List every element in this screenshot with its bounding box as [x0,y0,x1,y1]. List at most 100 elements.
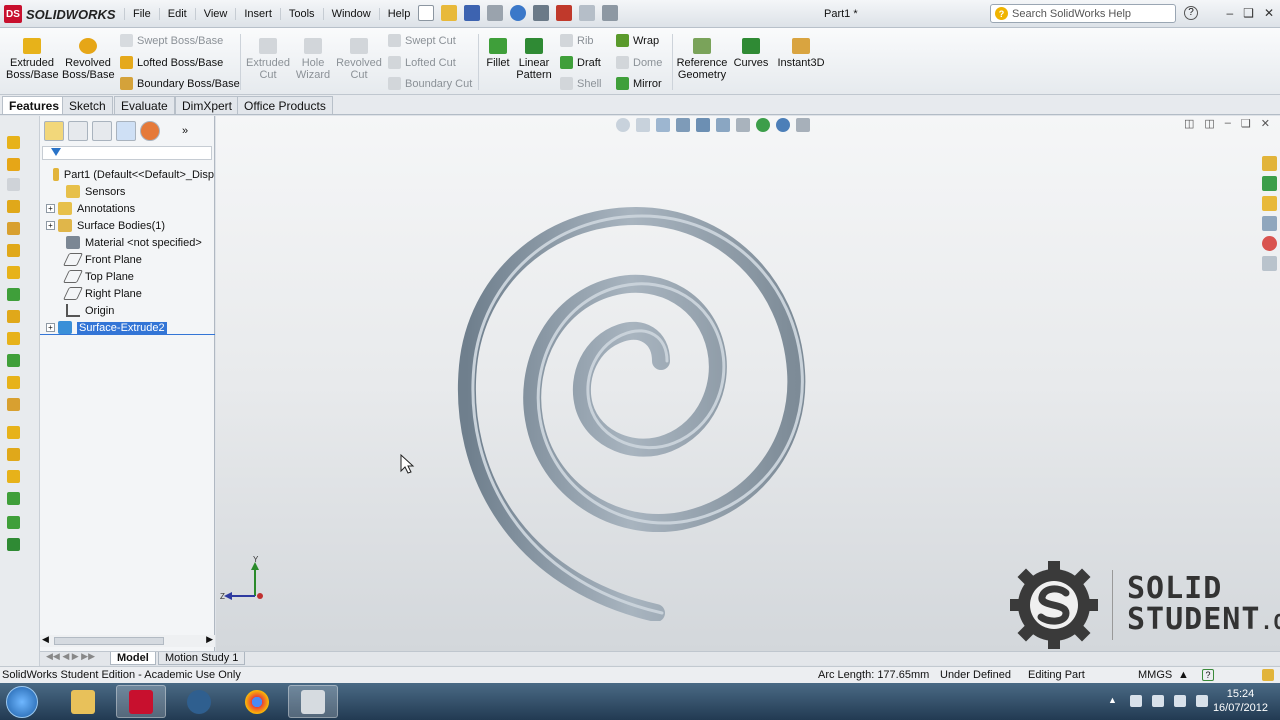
fillet-button[interactable]: Fillet [482,38,514,69]
viewport-minimize-icon[interactable]: – [1225,117,1231,130]
design-library-icon[interactable] [1261,176,1277,191]
taskbar-chrome[interactable] [232,685,282,718]
save-icon[interactable] [464,5,480,21]
open-folder-icon[interactable] [441,5,457,21]
tree-item-right-plane[interactable]: Right Plane [40,285,214,302]
taskbar-app5[interactable] [288,685,338,718]
display-manager-tab-icon[interactable] [140,121,160,141]
file-explorer-icon[interactable] [1261,196,1277,211]
menu-view[interactable]: View [194,8,236,20]
tree-item-front-plane[interactable]: Front Plane [40,251,214,268]
pattern-strip-icon[interactable] [7,354,20,367]
property-manager-tab-icon[interactable] [68,121,88,141]
scroll-right-icon[interactable]: ▶ [206,634,213,645]
expand-panel-icon[interactable]: » [182,125,188,137]
select-icon[interactable] [533,5,549,21]
viewport-tile-icon[interactable]: ◫ [1184,117,1194,130]
tab-motion-study-1[interactable]: Motion Study 1 [158,652,246,665]
start-button-icon[interactable] [6,686,38,718]
taskbar-app3[interactable] [174,685,224,718]
dome-button[interactable]: Dome [616,56,662,69]
lofted-boss-button[interactable]: Lofted Boss/Base [120,56,223,69]
hole-wizard-button[interactable]: Hole Wizard [292,38,334,81]
viewport-restore-icon[interactable]: ❑ [1241,117,1251,130]
expand-icon[interactable]: + [46,204,55,213]
tree-horizontal-scrollbar[interactable]: ◀ ▶ [40,634,215,647]
options-icon[interactable] [602,5,618,21]
boundary-boss-button[interactable]: Boundary Boss/Base [120,77,240,90]
solidworks-resources-icon[interactable] [1261,156,1277,171]
view-settings-icon[interactable] [796,118,810,132]
menu-window[interactable]: Window [322,8,379,20]
linear-pattern-button[interactable]: Linear Pattern [514,38,554,81]
cut-icon[interactable] [7,178,20,191]
sweep-icon[interactable] [7,222,20,235]
tray-network-icon[interactable] [1174,695,1186,707]
menu-edit[interactable]: Edit [158,8,195,20]
tab-model[interactable]: Model [110,652,156,665]
tree-item-top-plane[interactable]: Top Plane [40,268,214,285]
apply-scene-icon[interactable] [776,118,790,132]
previous-view-icon[interactable] [656,118,670,132]
tab-scroll-arrows-icon[interactable]: ◀◀ ◀ ▶ ▶▶ [46,651,95,662]
tray-app-icon[interactable] [1130,695,1142,707]
extruded-boss-button[interactable]: Extruded Boss/Base [6,38,59,81]
swept-cut-button[interactable]: Swept Cut [388,34,456,47]
search-input[interactable]: ? Search SolidWorks Help [990,4,1176,23]
extrude-icon[interactable] [7,136,20,149]
scroll-left-icon[interactable]: ◀ [42,634,49,645]
menu-insert[interactable]: Insert [235,8,280,20]
file-properties-icon[interactable] [579,5,595,21]
loft-icon[interactable] [7,200,20,213]
boundary-icon[interactable] [7,244,20,257]
minimize-icon[interactable]: – [1226,6,1233,20]
expand-icon[interactable]: + [46,323,55,332]
curves-button[interactable]: Curves [732,38,770,69]
menu-help[interactable]: Help [378,8,419,20]
spiral-surface-model[interactable] [406,161,836,621]
undo-icon[interactable] [510,5,526,21]
hide-show-items-icon[interactable] [736,118,750,132]
taskbar-clock[interactable]: 15:24 16/07/2012 [1213,687,1268,715]
view-palette-icon[interactable] [1261,216,1277,231]
tray-volume-icon[interactable] [1196,695,1208,707]
zoom-to-area-icon[interactable] [636,118,650,132]
viewport-split-icon[interactable]: ◫ [1204,117,1214,130]
configuration-manager-tab-icon[interactable] [92,121,112,141]
help-icon[interactable]: ? [1184,6,1198,20]
view-orientation-icon[interactable] [696,118,710,132]
zoom-to-fit-icon[interactable] [616,118,630,132]
tree-item-surface-bodies[interactable]: + Surface Bodies(1) [40,217,214,234]
tab-office-products[interactable]: Office Products [237,96,333,114]
rebuild-icon[interactable] [556,5,572,21]
tree-item-material[interactable]: Material <not specified> [40,234,214,251]
viewport-close-icon[interactable]: ✕ [1261,117,1270,130]
tab-evaluate[interactable]: Evaluate [114,96,175,114]
reference-plane-icon[interactable] [7,516,20,529]
surface-revolve-icon[interactable] [7,448,20,461]
reference-geometry-button[interactable]: Reference Geometry [676,38,728,81]
menu-file[interactable]: File [124,8,159,20]
help-status-icon[interactable]: ? [1202,669,1214,681]
edit-appearance-icon[interactable] [756,118,770,132]
shell-button[interactable]: Shell [560,77,601,90]
rib-strip-icon[interactable] [7,376,20,389]
revolve-icon[interactable] [7,158,20,171]
taskbar-explorer[interactable] [58,685,108,718]
revolved-boss-button[interactable]: Revolved Boss/Base [62,38,115,81]
tree-item-origin[interactable]: Origin [40,302,214,319]
appearances-icon[interactable] [1261,236,1277,251]
draft-button[interactable]: Draft [560,56,601,69]
restore-icon[interactable]: ❑ [1243,6,1254,20]
tab-dimxpert[interactable]: DimXpert [175,96,240,114]
mirror-button[interactable]: Mirror [616,77,662,90]
section-view-icon[interactable] [676,118,690,132]
dimxpert-manager-tab-icon[interactable] [116,121,136,141]
swept-boss-button[interactable]: Swept Boss/Base [120,34,223,47]
graphics-area[interactable]: ◫ ◫ – ❑ ✕ Y Z SOLID STUDENT. [216,116,1280,651]
solidworks-logo[interactable]: DS SOLIDWORKS [4,5,116,23]
status-units[interactable]: MMGS [1138,669,1172,681]
boundary-cut-button[interactable]: Boundary Cut [388,77,472,90]
thicken-icon[interactable] [7,266,20,279]
tree-root-part[interactable]: Part1 (Default<<Default>_Disp [40,166,214,183]
